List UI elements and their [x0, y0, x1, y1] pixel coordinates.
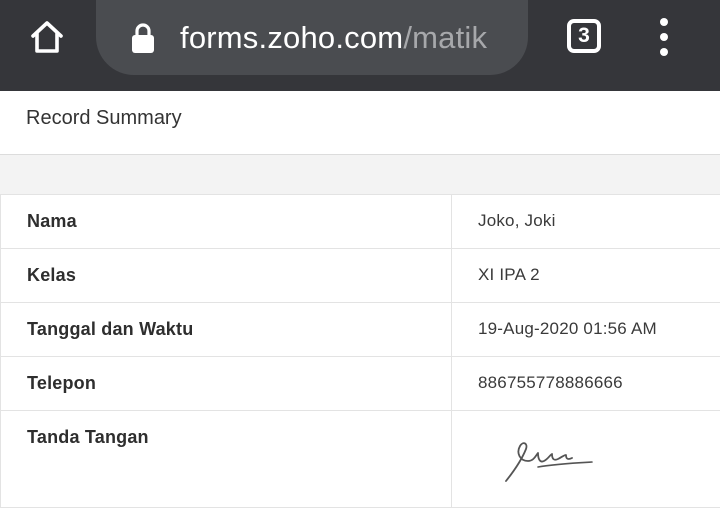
menu-dot — [660, 48, 668, 56]
lock-icon — [132, 22, 154, 53]
table-row: Tanggal dan Waktu 19-Aug-2020 01:56 AM — [0, 303, 720, 357]
menu-dot — [660, 33, 668, 41]
field-label: Telepon — [27, 373, 97, 393]
table-row: Tanda Tangan — [0, 411, 720, 508]
address-bar[interactable]: forms.zoho.com/matik — [96, 0, 528, 75]
field-label: Nama — [27, 211, 77, 231]
field-value: Joko, Joki — [478, 211, 556, 230]
more-vert-icon[interactable] — [648, 14, 680, 60]
table-row: Nama Joko, Joki — [0, 195, 720, 249]
url-domain: forms.zoho.com — [180, 19, 404, 55]
tab-switcher-button[interactable]: 3 — [564, 16, 604, 56]
tab-switcher-icon: 3 — [567, 19, 601, 53]
home-icon — [31, 21, 63, 53]
browser-toolbar: forms.zoho.com/matik 3 — [0, 0, 720, 91]
menu-dot — [660, 18, 668, 26]
section-gap — [0, 155, 720, 194]
tab-count: 3 — [578, 24, 590, 47]
field-label: Tanggal dan Waktu — [27, 319, 194, 339]
field-label: Kelas — [27, 265, 77, 285]
summary-header: Record Summary — [0, 91, 720, 155]
home-button[interactable] — [24, 14, 70, 60]
signature-image — [505, 442, 593, 482]
table-row: Kelas XI IPA 2 — [0, 249, 720, 303]
url-path: /matik — [403, 19, 488, 55]
field-label: Tanda Tangan — [27, 427, 149, 447]
field-value: XI IPA 2 — [478, 265, 540, 284]
record-table: Nama Joko, Joki Kelas XI IPA 2 Tanggal d… — [0, 194, 720, 508]
table-row: Telepon 886755778886666 — [0, 357, 720, 411]
field-value: 886755778886666 — [478, 373, 623, 392]
field-value: 19-Aug-2020 01:56 AM — [478, 319, 657, 338]
page-title: Record Summary — [26, 107, 182, 129]
